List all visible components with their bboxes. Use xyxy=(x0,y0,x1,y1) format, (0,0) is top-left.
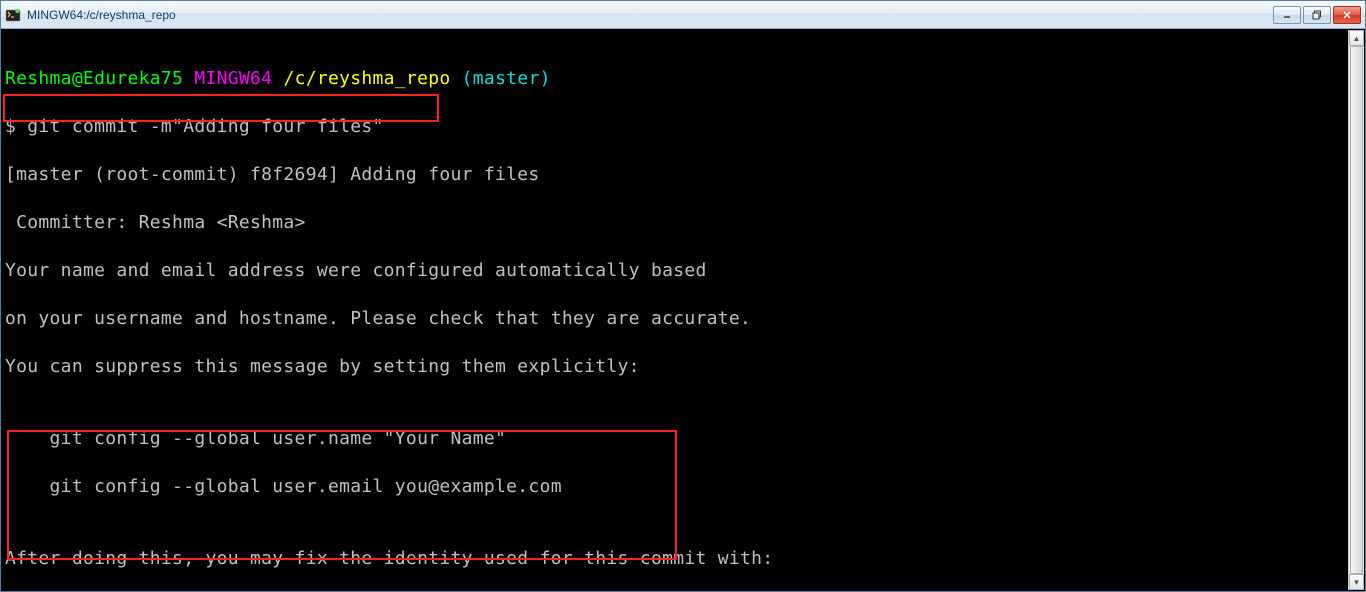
output-line: git config --global user.name "Your Name… xyxy=(5,427,1361,451)
terminal-content[interactable]: Reshma@Edureka75 MINGW64 /c/reyshma_repo… xyxy=(1,29,1365,591)
prompt-path: /c/reyshma_repo xyxy=(283,68,450,89)
output-line: [master (root-commit) f8f2694] Adding fo… xyxy=(5,163,1361,187)
maximize-button[interactable] xyxy=(1303,6,1331,24)
titlebar[interactable]: MINGW64:/c/reyshma_repo xyxy=(1,1,1365,29)
output-line: You can suppress this message by setting… xyxy=(5,355,1361,379)
scroll-down-button[interactable]: ▼ xyxy=(1349,574,1364,590)
output-line: After doing this, you may fix the identi… xyxy=(5,547,1361,571)
scrollbar[interactable]: ▲ ▼ xyxy=(1348,30,1364,590)
minimize-button[interactable] xyxy=(1273,6,1301,24)
output-line: Your name and email address were configu… xyxy=(5,259,1361,283)
app-icon xyxy=(5,7,21,23)
scroll-track[interactable] xyxy=(1349,46,1364,574)
prompt-user: Reshma@Edureka75 xyxy=(5,68,183,89)
prompt-env: MINGW64 xyxy=(194,68,272,89)
close-button[interactable] xyxy=(1333,6,1361,24)
prompt-symbol: $ xyxy=(5,116,27,137)
window-controls xyxy=(1271,6,1361,24)
command-line: $ git commit -m"Adding four files" xyxy=(5,115,1361,139)
prompt-line: Reshma@Edureka75 MINGW64 /c/reyshma_repo… xyxy=(5,67,1361,91)
output-line: Committer: Reshma <Reshma> xyxy=(5,211,1361,235)
command-text: git commit -m"Adding four files" xyxy=(27,116,383,137)
terminal-window: MINGW64:/c/reyshma_repo Reshma@Edureka75… xyxy=(0,0,1366,592)
prompt-branch: (master) xyxy=(462,68,551,89)
scroll-thumb[interactable] xyxy=(1350,46,1363,574)
output-line: on your username and hostname. Please ch… xyxy=(5,307,1361,331)
window-title: MINGW64:/c/reyshma_repo xyxy=(27,8,1271,22)
scroll-up-button[interactable]: ▲ xyxy=(1349,30,1364,46)
output-line: git config --global user.email you@examp… xyxy=(5,475,1361,499)
